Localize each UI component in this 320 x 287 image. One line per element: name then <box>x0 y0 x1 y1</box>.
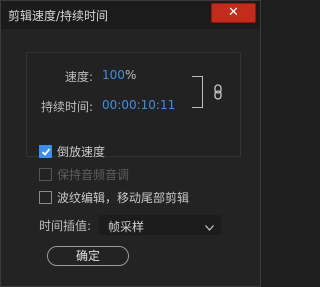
time-interpolation-value: 帧采样 <box>108 220 145 234</box>
speed-label: 速度: <box>65 70 94 84</box>
close-icon: ✕ <box>228 5 239 20</box>
time-interpolation-select[interactable]: 帧采样 <box>99 215 221 235</box>
ok-button[interactable]: 确定 <box>47 246 129 266</box>
reverse-speed-option[interactable]: 倒放速度 <box>39 142 105 160</box>
title-bar: 剪辑速度/持续时间 ✕ <box>1 1 260 29</box>
checkmark-icon <box>41 147 51 156</box>
dialog-title: 剪辑速度/持续时间 <box>8 9 109 23</box>
maintain-pitch-option: 保持音频音调 <box>39 165 129 183</box>
chevron-down-icon <box>205 220 214 234</box>
chain-link-icon[interactable] <box>211 84 225 100</box>
speed-duration-dialog: 剪辑速度/持续时间 ✕ 速度: 100 % 持续时间: 00:00:10:11 <box>0 0 261 287</box>
speed-value[interactable]: 100 <box>102 68 125 82</box>
ripple-edit-label: 波纹编辑，移动尾部剪辑 <box>57 190 190 205</box>
close-button[interactable]: ✕ <box>211 3 256 23</box>
speed-unit: % <box>125 68 137 82</box>
ripple-edit-option[interactable]: 波纹编辑，移动尾部剪辑 <box>39 188 189 206</box>
dialog-body: 速度: 100 % 持续时间: 00:00:10:11 倒放速度 保持音频音调 … <box>2 29 259 285</box>
maintain-pitch-label: 保持音频音调 <box>57 167 130 182</box>
reverse-speed-label: 倒放速度 <box>57 144 106 159</box>
ripple-edit-checkbox[interactable] <box>39 190 52 204</box>
reverse-speed-checkbox[interactable] <box>39 144 52 158</box>
duration-value[interactable]: 00:00:10:11 <box>102 98 175 112</box>
duration-label: 持续时间: <box>41 100 94 114</box>
time-interpolation-label: 时间插值: <box>39 219 92 233</box>
link-bracket <box>192 76 203 108</box>
maintain-pitch-checkbox <box>39 167 52 181</box>
